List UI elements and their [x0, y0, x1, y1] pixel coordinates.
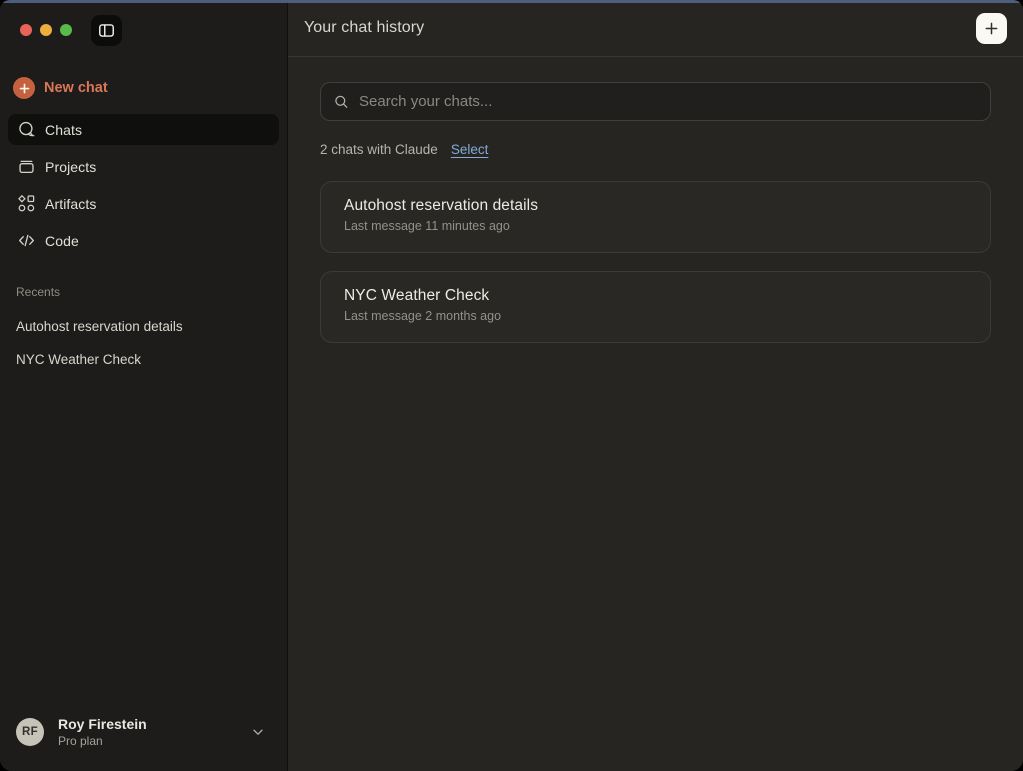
code-icon: [16, 231, 36, 251]
sidebar-item-projects[interactable]: Projects: [8, 151, 279, 182]
main-area: Your chat history: [288, 0, 1023, 771]
sidebar-item-artifacts[interactable]: Artifacts: [8, 188, 279, 219]
select-link[interactable]: Select: [451, 142, 489, 157]
recents-heading: Recents: [16, 284, 271, 300]
avatar: RF: [16, 718, 44, 746]
sidebar-item-label: Projects: [45, 159, 96, 175]
user-meta: Roy Firestein Pro plan: [58, 715, 237, 749]
user-plan: Pro plan: [58, 733, 237, 749]
chat-title: Autohost reservation details: [344, 196, 967, 216]
sidebar-item-chats[interactable]: Chats: [8, 114, 279, 145]
app-window: New chat Chats Proje: [0, 0, 1023, 771]
chat-card-autohost[interactable]: Autohost reservation details Last messag…: [320, 181, 991, 253]
plus-icon: [13, 77, 35, 99]
traffic-lights: [20, 24, 72, 36]
chat-history-content: 2 chats with Claude Select Autohost rese…: [288, 57, 1023, 343]
user-menu[interactable]: RF Roy Firestein Pro plan: [0, 701, 287, 771]
page-title: Your chat history: [304, 19, 424, 37]
sidebar-spacer: [0, 376, 287, 701]
plus-icon: [984, 21, 999, 36]
titlebar: [0, 0, 287, 60]
recent-chat-autohost[interactable]: Autohost reservation details: [16, 310, 271, 343]
main-header: Your chat history: [288, 0, 1023, 57]
sidebar: New chat Chats Proje: [0, 0, 288, 771]
box-icon: [16, 157, 36, 177]
minimize-window-button[interactable]: [40, 24, 52, 36]
zoom-window-button[interactable]: [60, 24, 72, 36]
chat-last-message: Last message 2 months ago: [344, 308, 967, 324]
sidebar-panel-icon: [97, 21, 116, 40]
sidebar-nav: Chats Projects: [8, 114, 279, 256]
chat-card-nyc-weather[interactable]: NYC Weather Check Last message 2 months …: [320, 271, 991, 343]
sidebar-item-label: Artifacts: [45, 196, 96, 212]
shapes-grid-icon: [16, 194, 36, 214]
new-chat-label: New chat: [44, 80, 108, 96]
chat-count-text: 2 chats with Claude: [320, 142, 438, 157]
chat-title: NYC Weather Check: [344, 286, 967, 306]
new-chat-plus-button[interactable]: [976, 13, 1007, 44]
new-chat-button[interactable]: New chat: [8, 70, 279, 106]
search-bar: [320, 82, 991, 121]
sidebar-item-code[interactable]: Code: [8, 225, 279, 256]
summary-row: 2 chats with Claude Select: [320, 142, 991, 157]
sidebar-item-label: Code: [45, 233, 79, 249]
window-top-highlight: [0, 0, 1023, 3]
chat-bubble-icon: [16, 120, 36, 140]
recent-chat-nyc-weather[interactable]: NYC Weather Check: [16, 343, 271, 376]
sidebar-toggle-button[interactable]: [91, 15, 122, 46]
recents-section: Recents Autohost reservation details NYC…: [8, 280, 279, 376]
sidebar-item-label: Chats: [45, 122, 82, 138]
chevron-down-icon: [251, 725, 271, 739]
search-input[interactable]: [320, 82, 991, 121]
chat-last-message: Last message 11 minutes ago: [344, 218, 967, 234]
close-window-button[interactable]: [20, 24, 32, 36]
user-name: Roy Firestein: [58, 715, 237, 733]
